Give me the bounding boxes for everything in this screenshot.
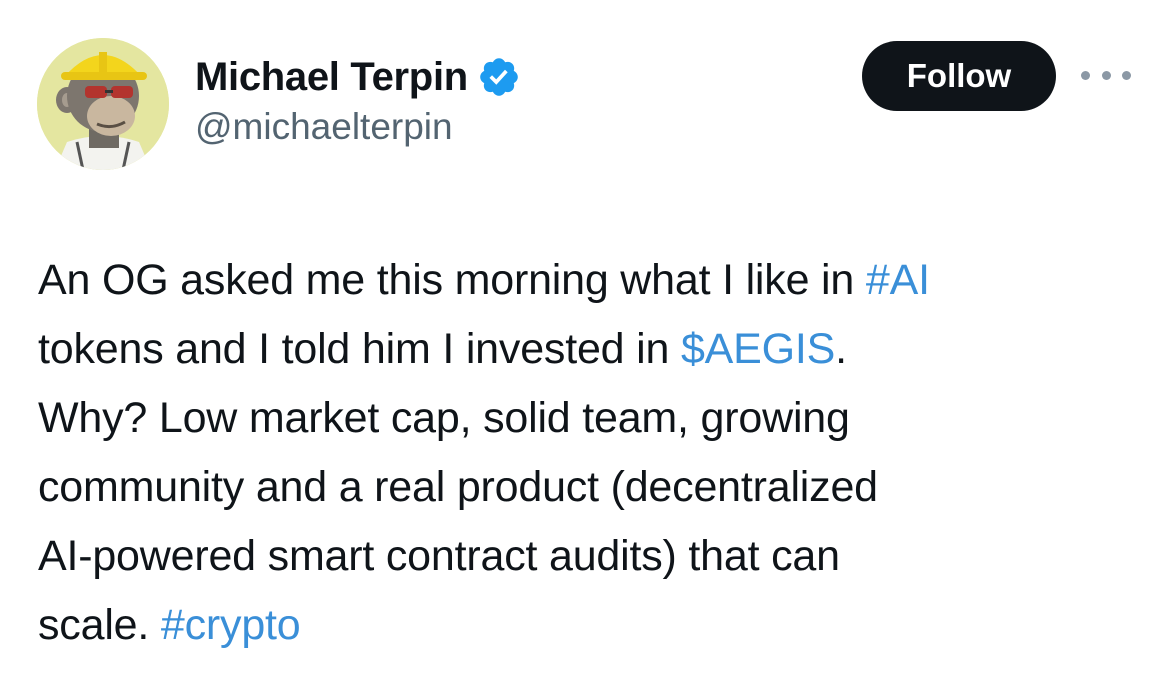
tweet-text: An OG asked me this morning what I like … [38, 246, 1148, 660]
tweet-text-line: Why? Low market cap, solid team, growing [38, 384, 1148, 453]
tweet-text-line: AI-powered smart contract audits) that c… [38, 522, 1148, 591]
more-dot [1122, 70, 1131, 80]
more-options-icon[interactable] [1081, 60, 1131, 90]
more-dot [1101, 70, 1111, 80]
tweet-text-segment: Why? Low market cap, solid team, growing [38, 394, 850, 442]
tweet-text-segment: tokens and I told him I invested in [38, 325, 681, 373]
tweet-text-segment: An OG asked me this morning what I like … [38, 256, 866, 304]
verified-badge-icon[interactable] [477, 55, 521, 99]
follow-button[interactable]: Follow [862, 41, 1056, 111]
tweet-text-line: An OG asked me this morning what I like … [38, 246, 1148, 315]
tweet-text-line: community and a real product (decentrali… [38, 453, 1148, 522]
tweet-text-segment: AI-powered smart contract audits) that c… [38, 532, 840, 580]
author-name-row: Michael Terpin [195, 52, 521, 102]
tweet-text-segment: scale. [38, 601, 161, 649]
tweet-text-segment: . [835, 325, 847, 373]
more-dot [1081, 70, 1090, 80]
tweet-text-line: scale. #crypto [38, 591, 1148, 660]
tweet-text-line: tokens and I told him I invested in $AEG… [38, 315, 1148, 384]
hashtag-link[interactable]: #crypto [161, 601, 301, 649]
author-handle[interactable]: @michaelterpin [195, 106, 453, 148]
author-display-name[interactable]: Michael Terpin [195, 55, 468, 100]
bored-ape-avatar-icon [37, 38, 169, 170]
author-avatar[interactable] [37, 38, 169, 170]
tweet-text-segment: community and a real product (decentrali… [38, 463, 878, 511]
tweet-card: Michael Terpin @michaelterpin Follow An … [0, 0, 1170, 676]
cashtag-link[interactable]: $AEGIS [681, 325, 835, 373]
hashtag-link[interactable]: #AI [866, 256, 930, 304]
